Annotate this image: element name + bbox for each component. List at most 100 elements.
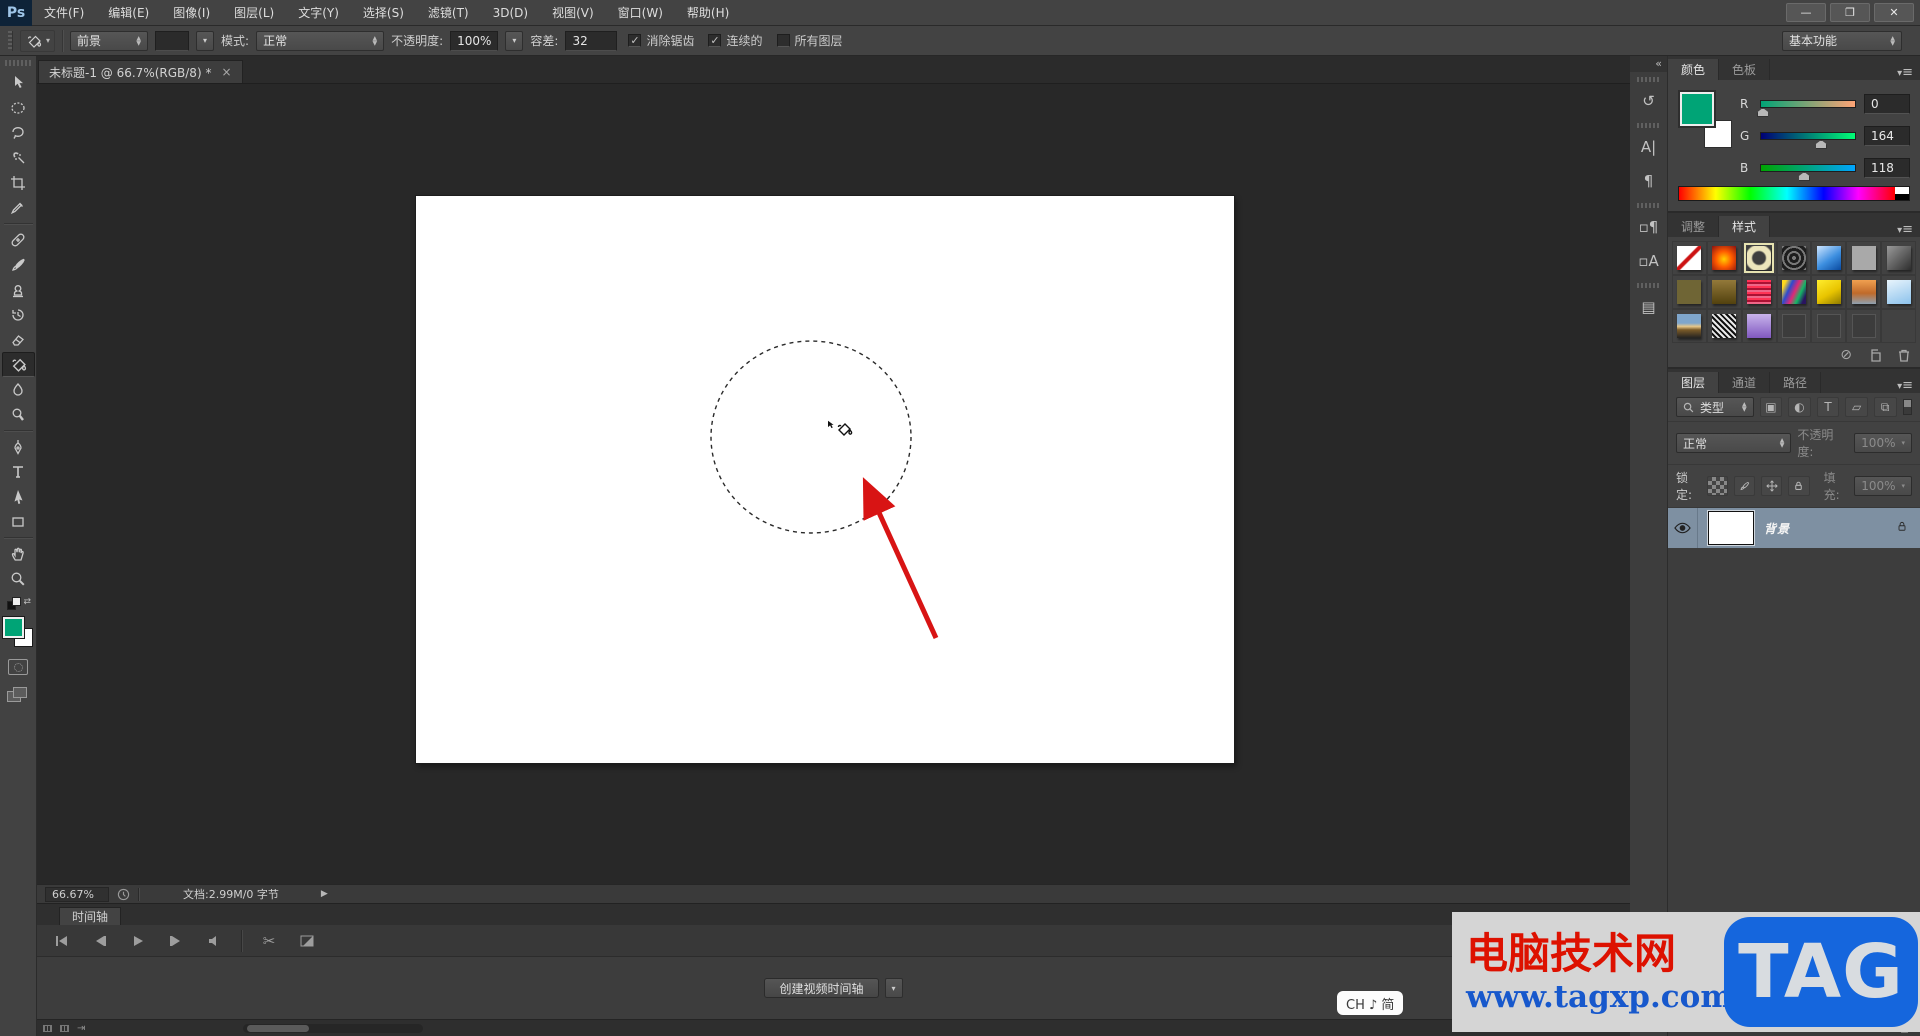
timeline-tab[interactable]: 时间轴	[59, 907, 122, 925]
lock-image-pixels-icon[interactable]	[1733, 476, 1756, 496]
menu-item[interactable]: 文字(Y)	[286, 0, 351, 25]
opacity-dropdown-button[interactable]: ▾	[505, 30, 524, 51]
style-swatch[interactable]	[1811, 309, 1847, 343]
blend-mode-select[interactable]: 正常 ▲ ▼	[1676, 433, 1792, 453]
dodge-tool[interactable]	[2, 402, 35, 427]
style-swatch[interactable]	[1811, 275, 1847, 309]
channel-value-field[interactable]: 118	[1864, 158, 1910, 178]
pen-tool[interactable]	[2, 434, 35, 459]
style-swatch[interactable]	[1672, 241, 1707, 275]
style-swatch[interactable]	[1741, 241, 1777, 275]
type-tool[interactable]	[2, 459, 35, 484]
menu-item[interactable]: 文件(F)	[32, 0, 96, 25]
healing-brush-tool[interactable]	[2, 227, 35, 252]
next-frame-button[interactable]	[165, 931, 187, 951]
options-grip[interactable]	[8, 30, 13, 51]
filter-shape-layers-icon[interactable]: ▱	[1845, 397, 1868, 417]
channel-value-field[interactable]: 164	[1864, 126, 1910, 146]
menu-item[interactable]: 窗口(W)	[606, 0, 675, 25]
style-swatch[interactable]	[1846, 275, 1882, 309]
panel-grip[interactable]	[1636, 283, 1661, 288]
style-swatch[interactable]	[1881, 275, 1916, 309]
crop-tool[interactable]	[2, 170, 35, 195]
tab-paths[interactable]: 路径	[1770, 372, 1822, 393]
collapse-panels-icon[interactable]: «	[1630, 56, 1667, 72]
screen-mode-button[interactable]	[7, 687, 29, 704]
menu-item[interactable]: 3D(D)	[481, 0, 540, 25]
filter-adjustment-layers-icon[interactable]: ◐	[1788, 397, 1811, 417]
flow-arrow-icon[interactable]: ⇥	[77, 1023, 85, 1034]
path-selection-tool[interactable]	[2, 484, 35, 509]
menu-item[interactable]: 编辑(E)	[96, 0, 161, 25]
move-tool[interactable]	[2, 70, 35, 95]
pattern-swatch[interactable]	[155, 30, 190, 51]
eyedropper-tool[interactable]	[2, 195, 35, 220]
eraser-tool[interactable]	[2, 327, 35, 352]
layer-fill-field[interactable]: 100% ▾	[1854, 476, 1913, 496]
lasso-tool[interactable]	[2, 120, 35, 145]
tab-color[interactable]: 颜色	[1668, 59, 1720, 80]
tab-styles[interactable]: 样式	[1719, 216, 1771, 237]
paragraph-styles-panel-icon[interactable]: ▫¶	[1634, 212, 1664, 242]
canvas-pasteboard[interactable]	[37, 84, 1630, 884]
status-expand-icon[interactable]: ▶	[321, 889, 328, 899]
style-swatch[interactable]	[1741, 309, 1777, 343]
channel-slider-track[interactable]	[1760, 164, 1856, 181]
style-swatch[interactable]	[1881, 241, 1916, 275]
channel-slider-track[interactable]	[1756, 100, 1856, 117]
checkbox-icon[interactable]	[708, 34, 722, 47]
layer-thumbnail[interactable]	[1707, 510, 1755, 546]
status-clock-icon[interactable]	[117, 888, 130, 901]
style-swatch[interactable]	[1706, 309, 1742, 343]
channel-value-field[interactable]: 0	[1864, 94, 1910, 114]
document-tab[interactable]: 未标题-1 @ 66.7%(RGB/8) * ×	[38, 60, 243, 83]
slider-thumb[interactable]	[1798, 172, 1811, 181]
menu-item[interactable]: 视图(V)	[540, 0, 606, 25]
workspace-switcher[interactable]: 基本功能 ▲ ▼	[1782, 30, 1902, 51]
style-swatch[interactable]	[1776, 275, 1812, 309]
fill-source-select[interactable]: 前景 ▲ ▼	[70, 30, 149, 51]
layer-row-background[interactable]: 背景	[1668, 508, 1920, 548]
tolerance-field[interactable]: 32	[565, 30, 618, 51]
panel-grip[interactable]	[1636, 123, 1661, 128]
style-swatch[interactable]	[1846, 309, 1882, 343]
brush-tool[interactable]	[2, 252, 35, 277]
rectangle-tool[interactable]	[2, 509, 35, 534]
timeline-mode-dropdown-button[interactable]: ▾	[884, 978, 903, 998]
lock-transparent-pixels-icon[interactable]	[1706, 476, 1728, 496]
style-swatch[interactable]	[1776, 241, 1812, 275]
option-checkbox[interactable]: 消除锯齿	[628, 32, 694, 49]
foreground-color-swatch[interactable]	[1678, 90, 1716, 128]
style-swatch[interactable]	[1776, 309, 1812, 343]
checkbox-icon[interactable]	[776, 34, 790, 47]
delete-style-icon[interactable]	[1898, 349, 1910, 362]
swap-colors-icon[interactable]: ⇄	[23, 597, 31, 607]
tab-channels[interactable]: 通道	[1719, 372, 1771, 393]
channel-slider-track[interactable]	[1760, 132, 1856, 149]
menu-item[interactable]: 帮助(H)	[675, 0, 741, 25]
magic-wand-tool[interactable]	[2, 145, 35, 170]
mode-select[interactable]: 正常 ▲ ▼	[256, 30, 385, 51]
layer-filter-select[interactable]: 类型 ▲ ▼	[1676, 397, 1754, 417]
properties-panel-icon[interactable]: ▤	[1634, 292, 1664, 322]
filter-type-layers-icon[interactable]: T	[1816, 397, 1840, 417]
filter-toggle-switch[interactable]	[1902, 399, 1912, 415]
lock-position-icon[interactable]	[1761, 476, 1783, 496]
layer-name[interactable]: 背景	[1764, 520, 1790, 537]
style-swatch[interactable]	[1741, 275, 1777, 309]
character-styles-panel-icon[interactable]: ▫A	[1634, 246, 1664, 276]
filter-pixel-layers-icon[interactable]: ▣	[1759, 397, 1783, 417]
paragraph-panel-icon[interactable]: ¶	[1634, 166, 1664, 196]
default-colors-icon[interactable]: ⇄	[7, 597, 31, 613]
menu-item[interactable]: 图像(I)	[161, 0, 222, 25]
split-clip-button[interactable]: ✂	[258, 931, 280, 951]
blur-tool[interactable]	[2, 377, 35, 402]
tab-layers[interactable]: 图层	[1668, 372, 1720, 393]
canvas[interactable]	[416, 196, 1234, 763]
styles-panel-menu-icon[interactable]: ▾≡	[1897, 222, 1913, 237]
option-checkbox[interactable]: 所有图层	[776, 32, 843, 49]
tab-swatches[interactable]: 色板	[1719, 59, 1771, 80]
elliptical-marquee-tool[interactable]	[2, 95, 35, 120]
menu-item[interactable]: 滤镜(T)	[416, 0, 481, 25]
opacity-field[interactable]: 100%	[450, 30, 499, 51]
